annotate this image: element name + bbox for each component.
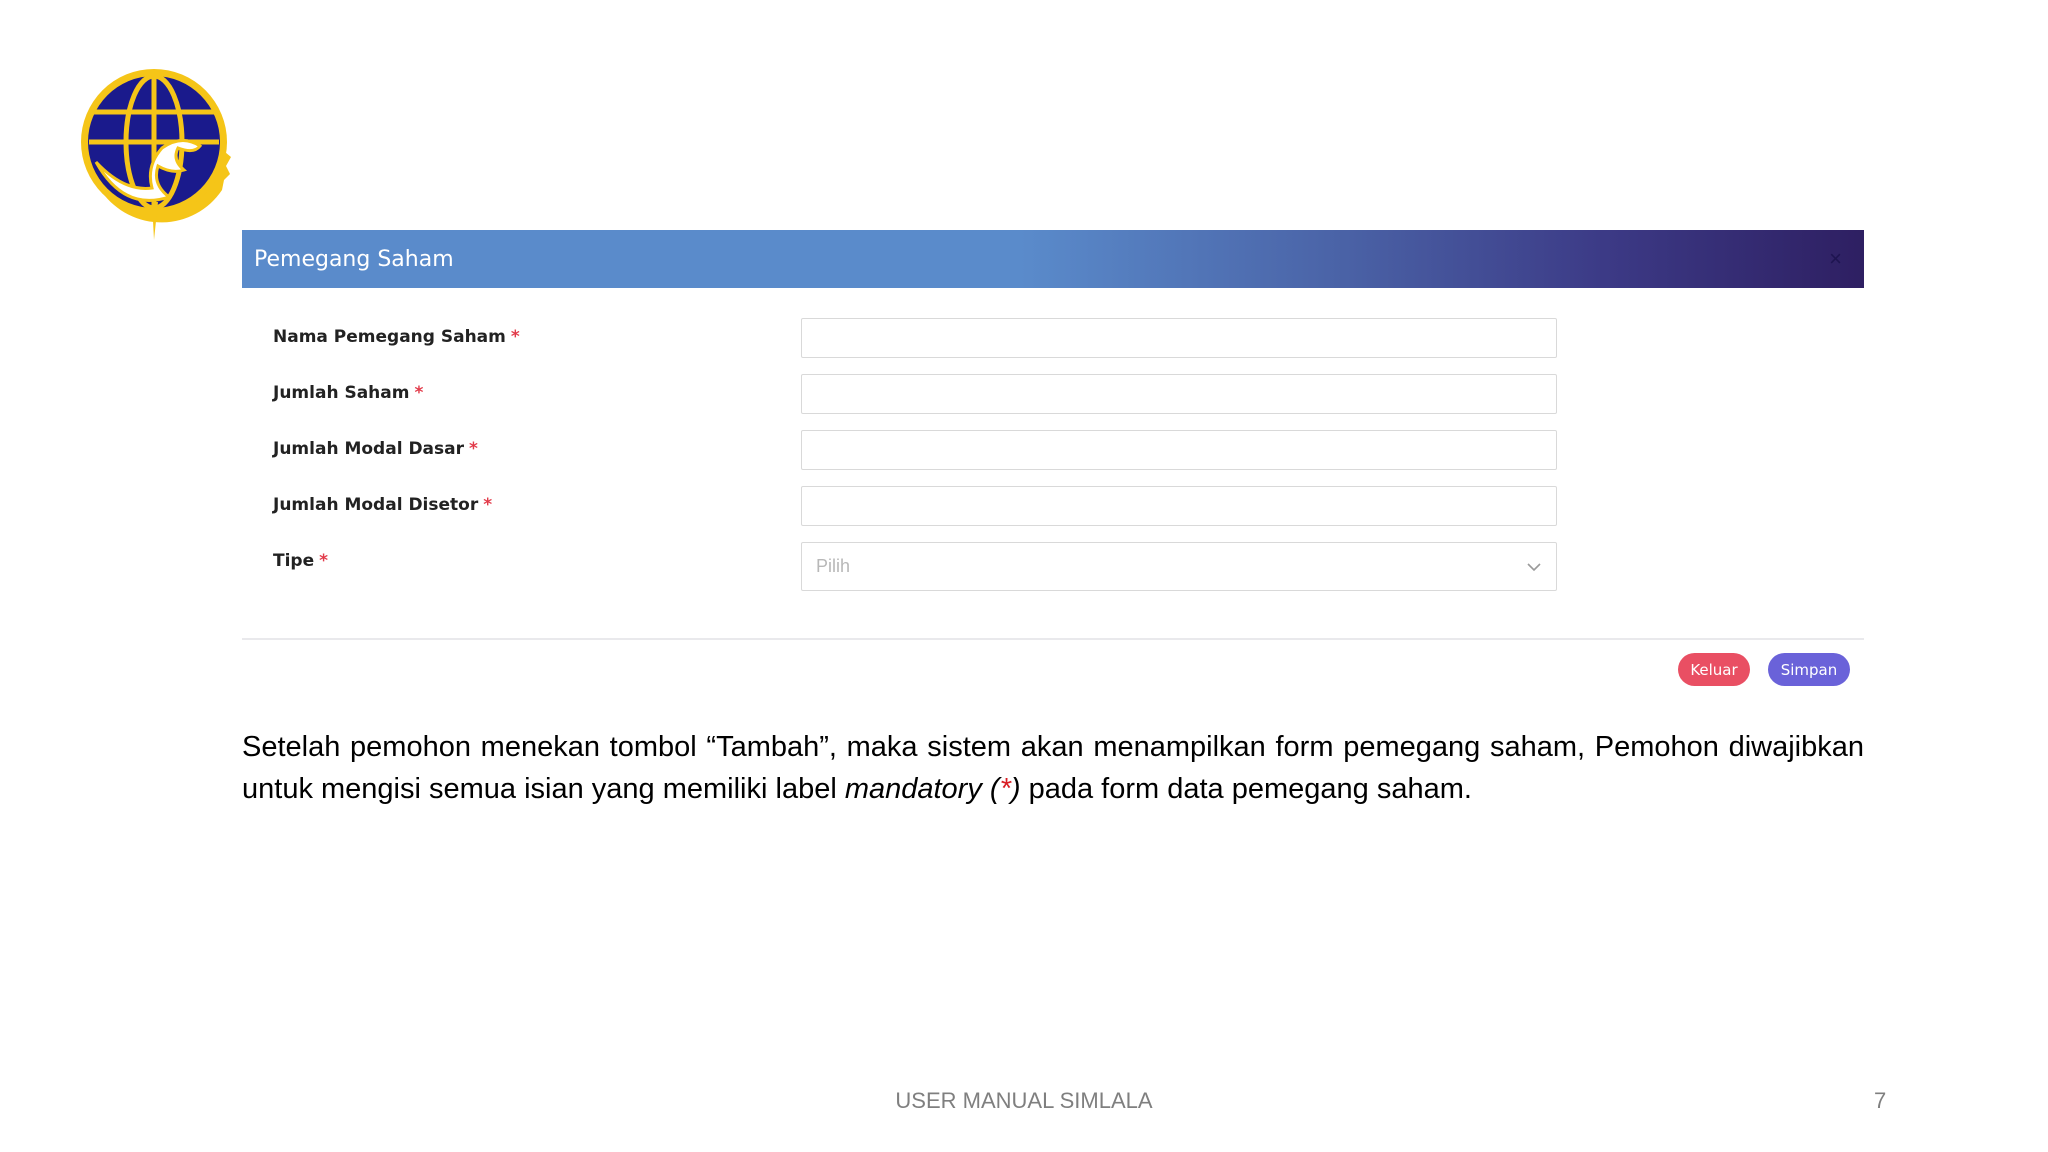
field-label-modal-dasar: Jumlah Modal Dasar *	[273, 439, 478, 459]
ministry-logo	[81, 69, 231, 240]
chevron-down-icon	[1527, 562, 1541, 571]
nama-pemegang-saham-input[interactable]	[801, 318, 1557, 358]
tipe-select-value: Pilih	[816, 556, 851, 576]
field-label-modal-disetor: Jumlah Modal Disetor *	[273, 495, 493, 515]
keluar-button[interactable]: Keluar	[1678, 653, 1750, 686]
simpan-button[interactable]: Simpan	[1768, 653, 1850, 686]
description-paragraph: Setelah pemohon menekan tombol “Tambah”,…	[242, 731, 1864, 805]
form-row-tipe: Tipe * Pilih	[242, 542, 1864, 591]
field-label-jumlah-saham: Jumlah Saham *	[273, 383, 424, 403]
modal-title: Pemegang Saham	[254, 246, 454, 272]
pemegang-saham-modal: Pemegang Saham × Nama Pemegang Saham * Ju…	[242, 230, 1864, 608]
form-row-modal-disetor: Jumlah Modal Disetor *	[242, 486, 1864, 526]
jumlah-modal-disetor-input[interactable]	[801, 486, 1557, 526]
form-row-modal-dasar: Jumlah Modal Dasar *	[242, 430, 1864, 470]
field-label-nama: Nama Pemegang Saham *	[273, 327, 520, 347]
shareholder-form: Nama Pemegang Saham * Jumlah Saham * Jumla…	[242, 288, 1864, 608]
required-marker: *	[510, 327, 520, 347]
jumlah-modal-dasar-input[interactable]	[801, 430, 1557, 470]
mandatory-term: mandatory	[844, 773, 982, 805]
form-row-nama: Nama Pemegang Saham *	[242, 318, 1864, 358]
form-row-jumlah-saham: Jumlah Saham *	[242, 374, 1864, 414]
close-button[interactable]: ×	[1829, 248, 1842, 270]
mandatory-marker: (*)	[989, 773, 1021, 805]
page-number: 7	[1874, 1088, 1887, 1113]
field-label-tipe: Tipe *	[273, 551, 329, 571]
required-marker: *	[469, 439, 478, 459]
required-marker: *	[319, 551, 329, 571]
tipe-select[interactable]: Pilih	[801, 542, 1557, 591]
jumlah-saham-input[interactable]	[801, 374, 1557, 414]
required-marker: *	[414, 383, 424, 403]
footer-title: USER MANUAL SIMLALA	[895, 1088, 1153, 1113]
modal-header: Pemegang Saham ×	[242, 230, 1864, 288]
required-marker: *	[483, 495, 493, 515]
modal-footer-divider	[242, 638, 1864, 640]
